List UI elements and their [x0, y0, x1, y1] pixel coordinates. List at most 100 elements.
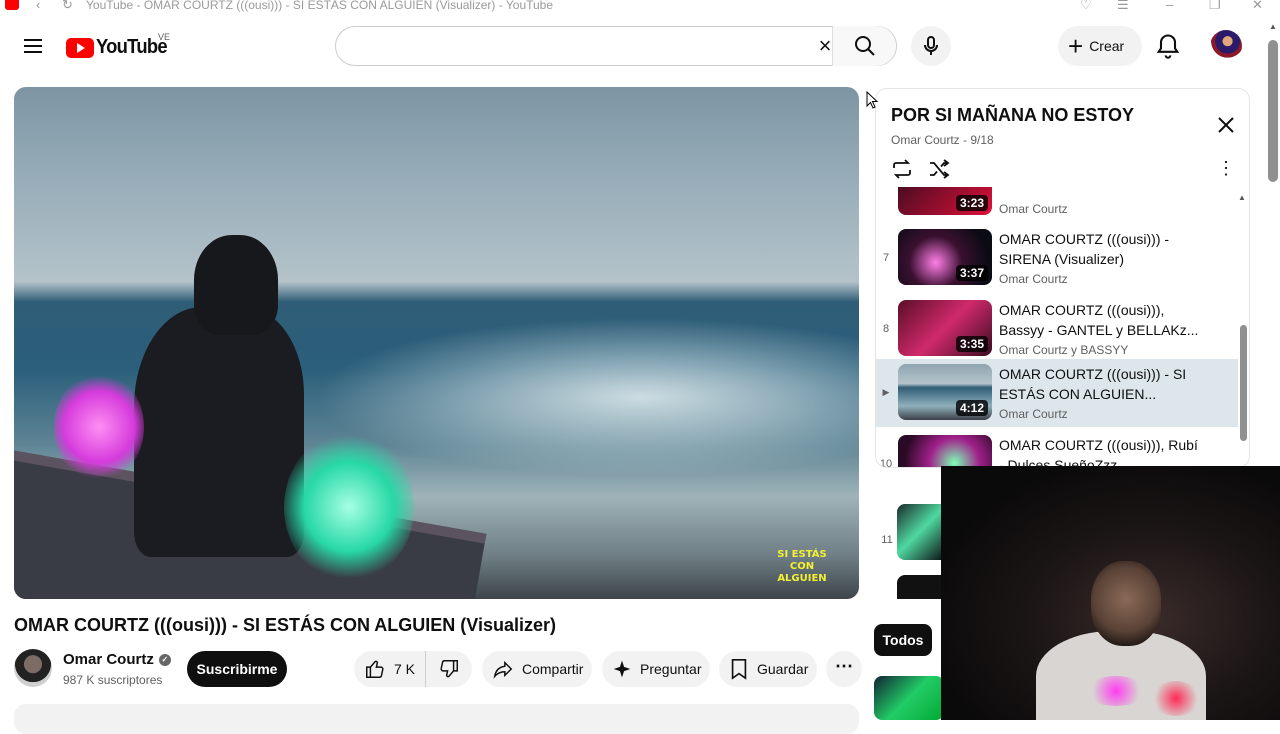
playlist-item-now-playing[interactable]: ▶ 4:12 OMAR COURTZ (((ousi))) - SI ESTÁS… [876, 359, 1238, 427]
bookmark-icon [729, 658, 749, 680]
youtube-logo[interactable]: YouTube [66, 36, 173, 59]
thumbs-down-icon [440, 660, 458, 678]
youtube-favicon-icon [5, 0, 19, 10]
playlist-item[interactable]: 7 3:37 OMAR COURTZ (((ousi))) - SIRENA (… [876, 224, 1238, 292]
now-playing-icon: ▶ [882, 387, 890, 397]
playlist-thumbnail: 4:12 [898, 364, 992, 420]
share-label: Compartir [522, 661, 584, 677]
browser-titlebar: ‹ ↻ YouTube - OMAR COURTZ (((ousi))) - S… [0, 0, 1280, 14]
streamer-face [1091, 561, 1161, 646]
playlist-item-index: 8 [882, 323, 890, 335]
playlist-item[interactable]: 8 3:35 OMAR COURTZ (((ousi))), Bassyy - … [876, 295, 1238, 363]
duration-badge: 3:35 [955, 336, 988, 352]
browser-tab-title: YouTube - OMAR COURTZ (((ousi))) - SI ES… [86, 0, 554, 12]
playlist-thumbnail: 3:37 [898, 229, 992, 285]
playlist-item-artist: Omar Courtz y BASSYY [999, 343, 1129, 357]
account-avatar[interactable] [1210, 30, 1242, 62]
playlist-item-index: 11 [881, 534, 893, 546]
minimize-icon[interactable]: – [1166, 0, 1173, 12]
subscriber-count: 987 K suscriptores [63, 673, 163, 687]
logo-text: YouTube [96, 36, 168, 58]
browser-menu-icon[interactable]: ☰ [1117, 0, 1129, 13]
search-button[interactable] [832, 26, 896, 66]
green-fairy-image [284, 432, 414, 582]
channel-avatar[interactable] [14, 649, 52, 687]
channel-name[interactable]: Omar Courtz [63, 651, 154, 668]
playlist-item-index: 7 [882, 252, 890, 264]
loop-icon[interactable] [890, 157, 914, 181]
search-input[interactable] [354, 36, 794, 56]
close-window-icon[interactable]: ✕ [1252, 0, 1263, 13]
restore-icon[interactable]: ❐ [1209, 0, 1221, 13]
chip-all[interactable]: Todos [874, 624, 932, 656]
webcam-overlay [941, 466, 1280, 720]
channel-name-row[interactable]: Omar Courtz ✓ [63, 651, 171, 668]
playlist-panel: POR SI MAÑANA NO ESTOY Omar Courtz - 9/1… [875, 88, 1250, 468]
page-scrollbar[interactable] [1268, 40, 1278, 182]
playlist-thumbnail: 3:23 [898, 187, 992, 215]
video-player[interactable]: SI ESTÁS CON ALGUIEN [14, 87, 859, 599]
playlist-subtitle: Omar Courtz - 9/18 [891, 133, 994, 147]
video-title: OMAR COURTZ (((ousi))) - SI ESTÁS CON AL… [14, 615, 557, 635]
like-button[interactable]: 7 K [354, 651, 426, 687]
youtube-play-icon [66, 37, 94, 58]
playlist-item[interactable]: 10 OMAR COURTZ (((ousi))), Rubí - Dulces… [876, 430, 1238, 468]
microphone-icon [924, 36, 938, 55]
playlist-thumbnail: 3:35 [898, 300, 992, 356]
thumbs-up-icon [366, 660, 384, 678]
playlist-thumbnail[interactable] [897, 504, 941, 560]
voice-search-button[interactable] [911, 26, 951, 66]
playlist-more-icon[interactable]: ⋮ [1216, 159, 1236, 179]
recommended-thumbnail[interactable] [874, 676, 944, 720]
reload-icon[interactable]: ↻ [62, 0, 73, 13]
youtube-header: YouTube VE × + Crear [0, 14, 1280, 76]
playlist-item-artist: Omar Courtz [999, 202, 1068, 216]
playlist-item-artist: Omar Courtz [999, 272, 1068, 286]
plus-icon: + [1068, 31, 1084, 61]
dislike-button[interactable] [426, 651, 472, 687]
like-count: 7 K [394, 661, 416, 677]
save-label: Guardar [757, 661, 809, 677]
back-icon[interactable]: ‹ [36, 0, 40, 12]
playlist-thumbnail [898, 435, 992, 467]
create-button[interactable]: + Crear [1058, 26, 1142, 66]
close-playlist-icon[interactable] [1214, 113, 1238, 137]
video-watermark: SI ESTÁS CON ALGUIEN [777, 549, 827, 584]
like-dislike-group: 7 K [354, 651, 472, 687]
ask-button[interactable]: Preguntar [602, 651, 710, 687]
share-button[interactable]: Compartir [482, 651, 592, 687]
share-icon [492, 658, 514, 680]
menu-icon[interactable] [24, 39, 42, 53]
sparkle-icon [612, 659, 632, 679]
playlist-item-title: OMAR COURTZ (((ousi))), Bassyy - GANTEL … [999, 302, 1199, 338]
country-code: VE [158, 32, 171, 42]
subscribe-button[interactable]: Suscribirme [187, 651, 287, 687]
shuffle-icon[interactable] [927, 157, 951, 181]
playlist-thumbnail[interactable] [897, 575, 941, 599]
search-icon [855, 36, 875, 56]
hooded-figure [134, 307, 304, 557]
playlist-item[interactable]: 3:23 Omar Courtz [876, 187, 1238, 222]
page-scroll-up-icon[interactable]: ▲ [1269, 22, 1277, 31]
mouse-cursor-icon [866, 91, 878, 109]
more-actions-icon[interactable]: ⋯ [826, 651, 862, 687]
duration-badge: 4:12 [955, 400, 988, 416]
duration-badge: 3:37 [955, 265, 988, 281]
pink-fairy-image [54, 372, 144, 482]
playlist-scroll-up-icon[interactable]: ▲ [1238, 193, 1246, 202]
playlist-item-title: OMAR COURTZ (((ousi))) - SI ESTÁS CON AL… [999, 366, 1187, 402]
playlist-scrollbar[interactable] [1240, 325, 1247, 441]
notifications-bell-icon[interactable] [1154, 32, 1182, 60]
description-box[interactable] [14, 704, 859, 734]
save-button[interactable]: Guardar [719, 651, 817, 687]
extensions-icon[interactable]: ♡ [1080, 0, 1092, 13]
search-bar: × [335, 26, 897, 66]
duration-badge: 3:23 [955, 195, 988, 211]
create-label: Crear [1089, 38, 1125, 54]
ask-label: Preguntar [640, 661, 702, 677]
playlist-item-index: 10 [879, 458, 893, 468]
verified-check-icon: ✓ [158, 653, 171, 666]
playlist-items: 3:23 Omar Courtz 7 3:37 OMAR COURTZ (((o… [876, 187, 1238, 468]
playlist-item-title: OMAR COURTZ (((ousi))) - SIRENA (Visuali… [999, 231, 1170, 267]
playlist-title[interactable]: POR SI MAÑANA NO ESTOY [891, 105, 1134, 126]
